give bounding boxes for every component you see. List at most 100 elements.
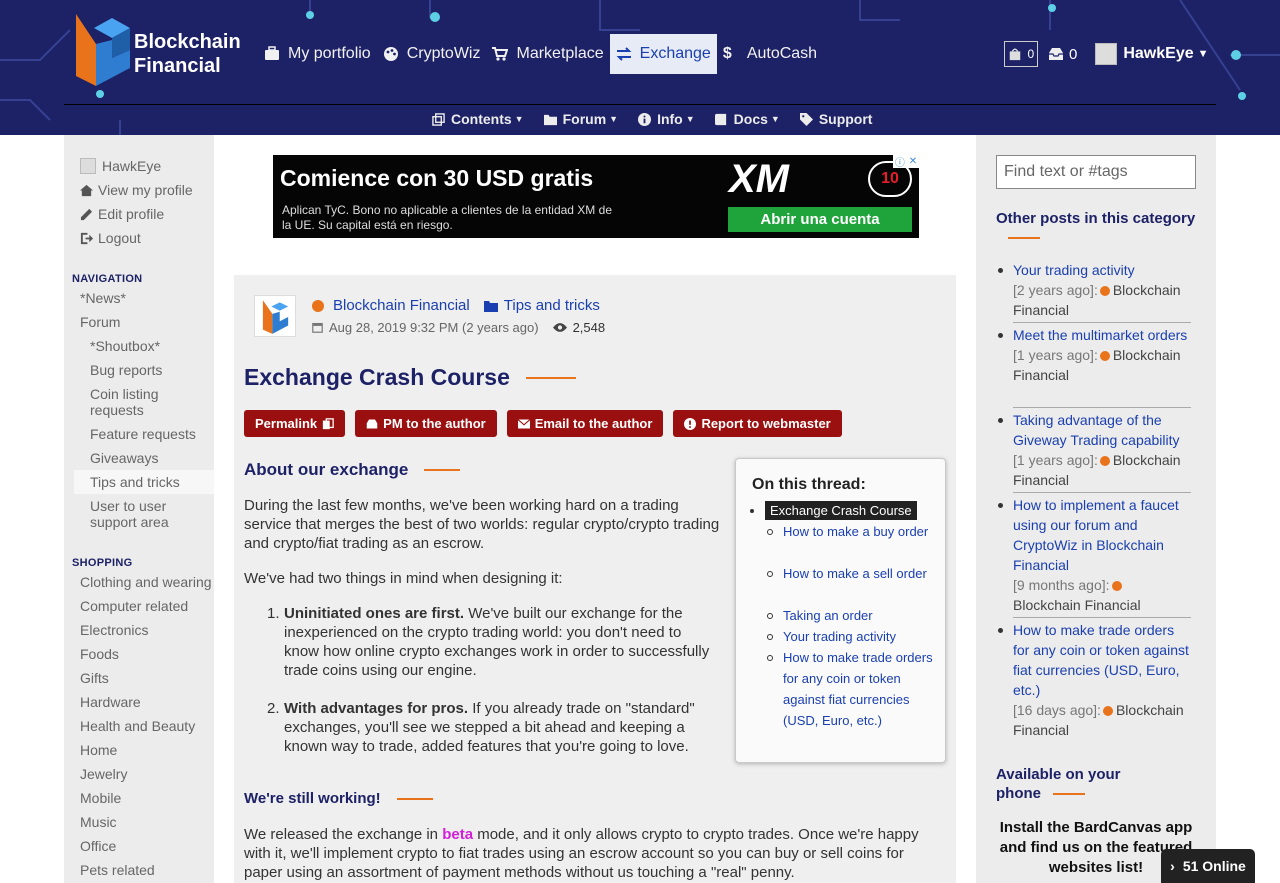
tag-icon [799,112,813,126]
sidebar-item-tips-and-tricks[interactable]: Tips and tricks [90,474,180,490]
list-number-1: 1. [267,605,280,622]
heading-accent-rule [396,797,433,800]
briefcase-icon [265,46,279,60]
permalink-label: Permalink [255,416,318,431]
other-post-item: Taking advantage of the Giveway Trading … [1013,410,1191,490]
other-post-link[interactable]: How to implement a faucet using our foru… [1013,497,1179,573]
subnav-contents[interactable]: Contents ▼ [432,111,524,127]
nav-my-portfolio[interactable]: My portfolio [258,34,377,74]
book-icon [714,113,726,125]
pm-author-button[interactable]: PM to the author [355,410,497,437]
brand-line2: Financial [134,55,221,77]
para3-start: We released the exchange in [244,826,443,843]
sidebar-item-electronics[interactable]: Electronics [80,622,148,638]
other-post-link[interactable]: Your trading activity [1013,262,1135,278]
sidebar-item-feature-requests[interactable]: Feature requests [90,426,196,442]
close-icon: ✕ [908,156,918,167]
subnav-label: Forum [562,111,607,127]
toc-item-fiat-orders[interactable]: How to make trade orders for any coin or… [783,647,933,731]
toc-item-buy-order[interactable]: How to make a buy order [783,521,933,542]
cart-icon [492,47,509,61]
online-users-badge[interactable]: › 51 Online [1161,849,1255,883]
post-container: Blockchain Financial Tips and tricks Aug… [234,275,956,883]
permalink-button[interactable]: Permalink [244,410,346,437]
author-icon [1102,706,1113,717]
caret-down-icon: ▼ [685,114,695,124]
other-post-link[interactable]: Meet the multimarket orders [1013,327,1187,343]
sidebar-item-hardware[interactable]: Hardware [80,694,141,710]
sidebar-item-mobile[interactable]: Mobile [80,790,121,806]
folder-icon [543,114,557,125]
other-post-link[interactable]: Taking advantage of the Giveway Trading … [1013,412,1180,448]
list-bullet [998,503,1003,508]
nav-cryptowiz[interactable]: CryptoWiz [377,34,487,74]
sidebar-item-clothing[interactable]: Clothing and wearing [80,574,212,590]
thread-toc-box: On this thread: Exchange Crash Course Ho… [735,458,946,763]
other-post-link[interactable]: How to make trade orders for any coin or… [1013,622,1189,698]
list-bullet [998,628,1003,633]
brand-name[interactable]: Blockchain Financial [134,30,241,78]
email-author-button[interactable]: Email to the author [506,410,664,437]
cart-count: 0 [1027,47,1035,61]
brand-line1: Blockchain [134,31,241,53]
nav-label: Exchange [639,45,711,62]
author-avatar[interactable] [254,295,296,337]
ad-close-icon[interactable]: ⓘ ✕ [893,155,919,169]
sidebar-item-giveaways[interactable]: Giveaways [90,450,158,466]
email-author-label: Email to the author [534,416,653,431]
inbox-icon [366,419,378,428]
toc-item-trading-activity[interactable]: Your trading activity [783,626,933,647]
sidebar-item-forum[interactable]: Forum [80,314,120,330]
search-input[interactable] [1004,157,1211,187]
sidebar-item-health[interactable]: Health and Beauty [80,718,195,734]
report-button[interactable]: Report to webmaster [673,410,842,437]
sidebar-item-pets[interactable]: Pets related [80,862,155,878]
category-link[interactable]: Tips and tricks [504,297,600,314]
nav-autocash[interactable]: $ AutoCash [717,34,823,74]
toc-item-taking-order[interactable]: Taking an order [783,605,933,626]
edit-profile-link[interactable]: Edit profile [80,206,164,222]
other-post-when: [16 days ago]: [1013,702,1101,718]
palette-icon [383,47,398,61]
subnav-forum[interactable]: Forum ▼ [543,111,618,127]
envelope-icon [517,418,530,428]
post-paragraph-3: We released the exchange in beta mode, a… [244,825,944,882]
sidebar-item-news[interactable]: *News* [80,290,126,306]
ad-banner[interactable]: Comience con 30 USD gratis Aplican TyC. … [273,155,919,238]
nav-exchange[interactable]: Exchange [609,34,717,74]
sidebar-item-office[interactable]: Office [80,838,116,854]
subnav-support[interactable]: Support [799,111,872,127]
author-icon [1099,456,1110,467]
sidebar-item-home[interactable]: Home [80,742,117,758]
author-link[interactable]: Blockchain Financial [333,297,470,314]
report-label: Report to webmaster [701,416,831,431]
sidebar-item-computer[interactable]: Computer related [80,598,188,614]
post-views: 2,548 [572,320,606,335]
subnav-docs[interactable]: Docs ▼ [714,111,780,127]
sidebar-item-gifts[interactable]: Gifts [80,670,109,686]
view-profile-link[interactable]: View my profile [80,182,193,198]
subnav-info[interactable]: Info ▼ [638,111,695,127]
sidebar-item-bug-reports[interactable]: Bug reports [90,362,162,378]
sidebar-item-foods[interactable]: Foods [80,646,119,662]
pencil-icon [80,208,93,220]
sidebar-item-coin-listing[interactable]: Coin listing requests [90,386,200,418]
cart-button[interactable]: 0 [1004,41,1038,67]
messages-button[interactable]: 0 [1048,46,1077,63]
sidebar-item-music[interactable]: Music [80,814,117,830]
chevron-down-icon[interactable]: ▼ [1198,48,1209,60]
sidebar-item-user-support[interactable]: User to user support area [90,498,200,530]
phone-heading-text: Available on your phone [996,766,1121,802]
list-item-2-bold: With advantages for pros. [284,700,469,717]
ad-open-account-button[interactable]: Abrir una cuenta [728,207,912,232]
toc-item-sell-order[interactable]: How to make a sell order [783,563,933,584]
logout-link[interactable]: Logout [80,230,141,246]
section-heading-text: About our exchange [244,460,409,479]
user-menu-name[interactable]: HawkEye [1123,45,1193,63]
sidebar-item-shoutbox[interactable]: *Shoutbox* [90,338,160,354]
nav-marketplace[interactable]: Marketplace [486,34,609,74]
sidebar-user[interactable]: HawkEye [80,158,161,174]
post-action-buttons: Permalink PM to the author Email to the … [244,410,852,437]
sidebar-item-jewelry[interactable]: Jewelry [80,766,127,782]
user-avatar[interactable] [1095,43,1118,65]
